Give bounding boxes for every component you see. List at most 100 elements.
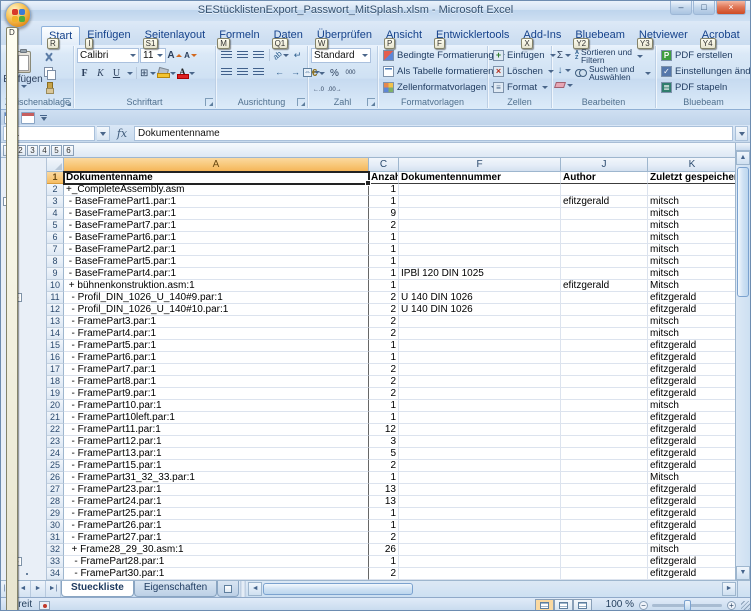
cell-A24[interactable]: - FramePart13.par:1 bbox=[64, 448, 369, 460]
cell-K13[interactable]: mitsch bbox=[648, 316, 737, 328]
font-color-button[interactable]: A bbox=[177, 66, 195, 80]
cell-C31[interactable]: 2 bbox=[369, 532, 399, 544]
delete-cells-button[interactable]: Löschen bbox=[491, 64, 549, 79]
cell-A9[interactable]: - BaseFramePart4.par:1 bbox=[64, 268, 369, 280]
cell-J4[interactable] bbox=[561, 208, 648, 220]
cell-A20[interactable]: - FramePart10.par:1 bbox=[64, 400, 369, 412]
cell-J34[interactable] bbox=[561, 568, 648, 580]
cell-F22[interactable] bbox=[399, 424, 561, 436]
cell-K9[interactable]: mitsch bbox=[648, 268, 737, 280]
cell-K22[interactable]: efitzgerald bbox=[648, 424, 737, 436]
formula-input[interactable]: Dokumentenname bbox=[134, 126, 733, 141]
cell-C2[interactable]: 1 bbox=[369, 184, 399, 196]
row-header-25[interactable]: 25 bbox=[47, 460, 64, 472]
column-header-C[interactable]: C bbox=[369, 158, 399, 172]
vertical-scrollbar[interactable]: ▲ ▼ bbox=[735, 143, 750, 580]
format-cells-button[interactable]: Format bbox=[491, 80, 549, 95]
row-header-29[interactable]: 29 bbox=[47, 508, 64, 520]
row-header-16[interactable]: 16 bbox=[47, 352, 64, 364]
tab-seitenlayout[interactable]: SeitenlayoutS1 bbox=[138, 26, 213, 45]
cell-C14[interactable]: 2 bbox=[369, 328, 399, 340]
cell-F15[interactable] bbox=[399, 340, 561, 352]
format-painter-button[interactable] bbox=[41, 80, 56, 94]
scroll-right-button[interactable]: ► bbox=[722, 582, 736, 596]
cell-J24[interactable] bbox=[561, 448, 648, 460]
cell-C29[interactable]: 1 bbox=[369, 508, 399, 520]
column-header-F[interactable]: F bbox=[399, 158, 561, 172]
cell-J30[interactable] bbox=[561, 520, 648, 532]
cell-C11[interactable]: 2 bbox=[369, 292, 399, 304]
format-as-table-button[interactable]: Als Tabelle formatieren bbox=[381, 64, 485, 79]
cell-J23[interactable] bbox=[561, 436, 648, 448]
cell-F26[interactable] bbox=[399, 472, 561, 484]
cell-C25[interactable]: 2 bbox=[369, 460, 399, 472]
outline-level-button-5[interactable]: 5 bbox=[51, 145, 62, 156]
zoom-slider[interactable] bbox=[652, 604, 722, 607]
cell-F30[interactable] bbox=[399, 520, 561, 532]
cell-K4[interactable]: mitsch bbox=[648, 208, 737, 220]
cell-F29[interactable] bbox=[399, 508, 561, 520]
next-sheet-button[interactable]: ► bbox=[31, 581, 46, 597]
cell-K28[interactable]: efitzgerald bbox=[648, 496, 737, 508]
cell-J22[interactable] bbox=[561, 424, 648, 436]
scroll-left-button[interactable]: ◄ bbox=[248, 582, 262, 596]
row-header-13[interactable]: 13 bbox=[47, 316, 64, 328]
tab-einf-gen[interactable]: EinfügenI bbox=[80, 26, 137, 45]
cell-F2[interactable] bbox=[399, 184, 561, 196]
cell-J3[interactable]: efitzgerald bbox=[561, 196, 648, 208]
sort-filter-button[interactable]: AZSortieren und Filtern bbox=[575, 48, 651, 64]
cell-C28[interactable]: 13 bbox=[369, 496, 399, 508]
row-header-20[interactable]: 20 bbox=[47, 400, 64, 412]
page-layout-view-button[interactable] bbox=[554, 599, 573, 611]
cell-F6[interactable] bbox=[399, 232, 561, 244]
row-header-31[interactable]: 31 bbox=[47, 532, 64, 544]
cell-A12[interactable]: - Profil_DIN_1026_U_140#10.par:1 bbox=[64, 304, 369, 316]
cell-F14[interactable] bbox=[399, 328, 561, 340]
row-header-30[interactable]: 30 bbox=[47, 520, 64, 532]
cell-C34[interactable]: 2 bbox=[369, 568, 399, 580]
cell-K5[interactable]: mitsch bbox=[648, 220, 737, 232]
cell-A10[interactable]: + bühnenkonstruktion.asm:1 bbox=[64, 280, 369, 292]
tab--berpr-fen[interactable]: ÜberprüfenW bbox=[310, 26, 379, 45]
cell-C17[interactable]: 2 bbox=[369, 364, 399, 376]
cell-J12[interactable] bbox=[561, 304, 648, 316]
fill-button[interactable]: ↓ bbox=[555, 63, 573, 77]
insert-cells-button[interactable]: Einfügen bbox=[491, 48, 549, 63]
insert-function-button[interactable]: fx bbox=[112, 127, 132, 140]
cell-K7[interactable]: mitsch bbox=[648, 244, 737, 256]
qat-icon-2[interactable] bbox=[21, 112, 35, 124]
horizontal-scrollbar-thumb[interactable] bbox=[263, 583, 413, 595]
number-format-select[interactable]: Standard bbox=[311, 48, 371, 63]
row-header-3[interactable]: 3 bbox=[47, 196, 64, 208]
row-header-12[interactable]: 12 bbox=[47, 304, 64, 316]
cell-F32[interactable] bbox=[399, 544, 561, 556]
cell-C19[interactable]: 2 bbox=[369, 388, 399, 400]
maximize-button[interactable]: □ bbox=[693, 1, 715, 15]
cell-J14[interactable] bbox=[561, 328, 648, 340]
copy-button[interactable] bbox=[41, 65, 56, 79]
decrease-decimal-button[interactable]: .00→ bbox=[327, 83, 342, 97]
dialog-launcher-zwischenablage[interactable] bbox=[63, 98, 71, 106]
row-header-2[interactable]: 2 bbox=[47, 184, 64, 196]
tab-bluebeam[interactable]: BluebeamY2 bbox=[568, 26, 632, 45]
cell-A33[interactable]: - FramePart28.par:1 bbox=[64, 556, 369, 568]
cell-J21[interactable] bbox=[561, 412, 648, 424]
cell-K29[interactable]: efitzgerald bbox=[648, 508, 737, 520]
cell-A13[interactable]: - FramePart3.par:1 bbox=[64, 316, 369, 328]
scroll-up-button[interactable]: ▲ bbox=[736, 151, 750, 165]
cell-K15[interactable]: efitzgerald bbox=[648, 340, 737, 352]
cell-K25[interactable]: efitzgerald bbox=[648, 460, 737, 472]
borders-button[interactable]: ⊞ bbox=[140, 66, 156, 80]
last-sheet-button[interactable]: ►| bbox=[46, 581, 61, 597]
cell-styles-button[interactable]: Zellenformatvorlagen bbox=[381, 80, 485, 95]
cell-C27[interactable]: 13 bbox=[369, 484, 399, 496]
cell-A26[interactable]: - FramePart31_32_33.par:1 bbox=[64, 472, 369, 484]
row-header-11[interactable]: 11 bbox=[47, 292, 64, 304]
cell-F8[interactable] bbox=[399, 256, 561, 268]
cell-F23[interactable] bbox=[399, 436, 561, 448]
row-header-22[interactable]: 22 bbox=[47, 424, 64, 436]
cell-J11[interactable] bbox=[561, 292, 648, 304]
zoom-level-label[interactable]: 100 % bbox=[606, 599, 634, 610]
cell-A11[interactable]: - Profil_DIN_1026_U_140#9.par:1 bbox=[64, 292, 369, 304]
select-all-corner[interactable] bbox=[47, 158, 64, 172]
